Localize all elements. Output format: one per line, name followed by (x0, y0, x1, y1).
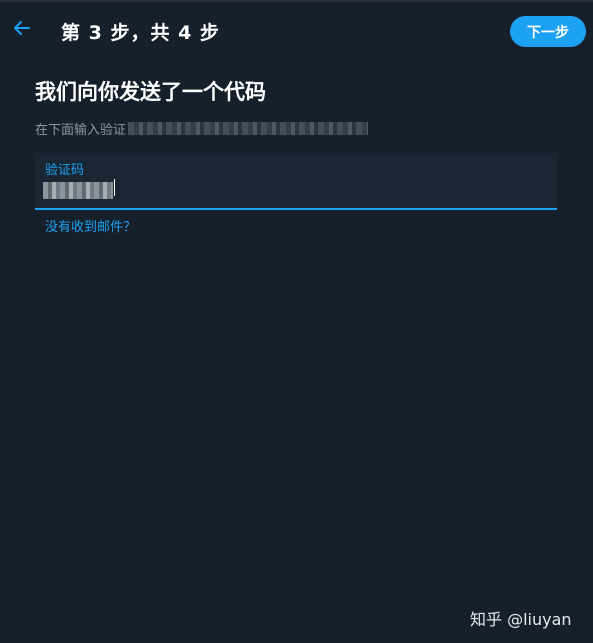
watermark-text: 知乎 @liuyan (470, 610, 572, 629)
instruction-prefix: 在下面输入验证 (35, 123, 127, 138)
step-indicator: 第 3 步，共 4 步 (61, 22, 220, 44)
text-caret (114, 179, 115, 196)
next-button[interactable]: 下一步 (510, 16, 586, 47)
resend-email-link[interactable]: 没有收到邮件？ (45, 216, 136, 235)
verification-code-input[interactable] (43, 179, 115, 199)
dialog-window: 第 3 步，共 4 步 下一步 我们向你发送了一个代码 在下面输入验证 验证码 … (0, 0, 593, 643)
redacted-code-value (43, 182, 113, 199)
verification-code-label: 验证码 (45, 163, 85, 178)
back-button[interactable] (8, 16, 36, 44)
verification-code-field[interactable]: 验证码 (35, 153, 557, 210)
arrow-left-icon (12, 18, 32, 42)
page-title: 我们向你发送了一个代码 (35, 80, 266, 104)
dialog-header: 第 3 步，共 4 步 下一步 (0, 4, 593, 56)
instruction-text: 在下面输入验证 (35, 119, 369, 138)
redacted-email (128, 122, 369, 135)
